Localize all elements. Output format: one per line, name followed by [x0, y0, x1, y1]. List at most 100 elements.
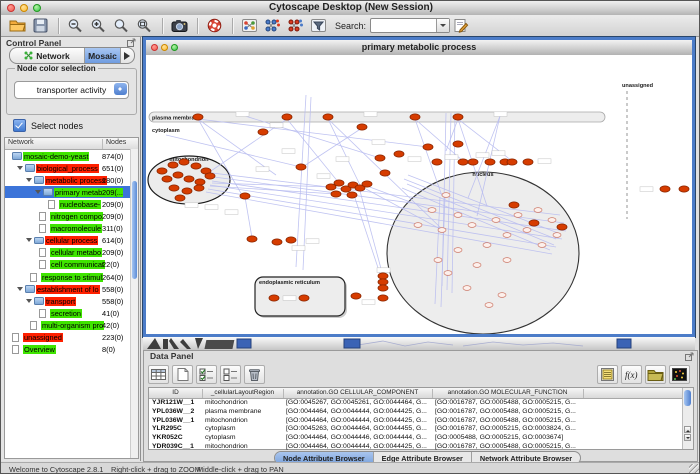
network-node[interactable] — [514, 213, 522, 218]
select-attributes-icon[interactable] — [196, 365, 217, 384]
scroll-up-icon[interactable] — [684, 426, 691, 433]
table-cell[interactable]: YKR052C — [152, 434, 200, 441]
open-session-icon[interactable] — [7, 17, 27, 35]
network-node[interactable] — [296, 164, 306, 170]
tab-overflow-button[interactable] — [121, 48, 134, 63]
table-cell[interactable]: mitochondrion — [205, 399, 281, 406]
table-row[interactable]: YJR121W__1mitochondrion[GO:0045267, GO:0… — [149, 399, 683, 408]
network-node[interactable] — [534, 208, 542, 213]
table-row[interactable]: YPL036W__1mitochondrion[GO:0044464, GO:0… — [149, 416, 683, 425]
tree-row[interactable]: transport558(0) — [5, 295, 138, 307]
tree-expand-icon[interactable] — [17, 287, 23, 294]
network-node[interactable] — [548, 218, 556, 223]
table-cell[interactable]: cytoplasm — [205, 425, 281, 432]
network-node[interactable] — [468, 223, 476, 228]
network-node[interactable] — [523, 228, 531, 233]
network-node[interactable] — [334, 180, 344, 186]
table-cell[interactable]: YPL036W__1 — [152, 417, 200, 424]
tree-col-nodes[interactable]: Nodes — [102, 139, 126, 149]
network-node[interactable] — [240, 193, 250, 199]
network-node[interactable] — [503, 233, 511, 238]
network-node[interactable] — [473, 263, 481, 268]
network-node[interactable] — [492, 218, 500, 223]
tree-row[interactable]: metabolic process280(0) — [5, 174, 138, 186]
network-node[interactable] — [282, 114, 292, 120]
network-node[interactable] — [191, 163, 201, 169]
tree-row[interactable]: macromolecule311(0) — [5, 223, 138, 235]
tree-col-network[interactable]: Network — [8, 139, 34, 146]
network-node[interactable] — [162, 176, 172, 182]
network-node[interactable] — [414, 223, 422, 228]
network-node[interactable] — [444, 271, 452, 276]
network-node[interactable] — [347, 192, 357, 198]
filter-icon[interactable] — [308, 17, 328, 35]
table-cell[interactable]: [GO:0016787, GO:0005488, GO:0005215, G..… — [435, 417, 581, 424]
network-node[interactable] — [378, 295, 388, 301]
table-cell[interactable]: YLR295C — [152, 425, 200, 432]
snapshot-icon[interactable] — [169, 17, 189, 35]
tree-scrollbar[interactable] — [130, 149, 138, 458]
tree-row[interactable]: multi-organism pro42(0) — [5, 319, 138, 331]
tree-row[interactable]: cellular process614(0) — [5, 235, 138, 247]
network-node[interactable] — [175, 195, 185, 201]
network-node[interactable] — [485, 159, 495, 165]
network-node[interactable] — [453, 141, 463, 147]
network-node[interactable] — [299, 295, 309, 301]
network-node[interactable] — [442, 193, 450, 198]
network-node[interactable] — [173, 172, 183, 178]
network-node[interactable] — [378, 273, 388, 279]
tree-expand-icon[interactable] — [35, 190, 41, 197]
network-node[interactable] — [468, 159, 478, 165]
table-scrollbar[interactable] — [682, 388, 693, 449]
tab-network[interactable]: Network — [10, 48, 85, 63]
network-node[interactable] — [394, 151, 404, 157]
tree-scrollbar-thumb[interactable] — [132, 181, 137, 279]
network-canvas[interactable]: plasma membranecytoplasmmitochondrionnuc… — [146, 55, 692, 334]
table-cell[interactable]: [GO:0045263, GO:0044464, GO:0044455, G..… — [286, 425, 430, 432]
unselect-attributes-icon[interactable] — [220, 365, 241, 384]
attribute-editor-icon[interactable] — [597, 365, 618, 384]
table-row[interactable]: YKR052C cytoplasm [GO:0044464, GO:0044446,… — [149, 434, 683, 443]
table-cell[interactable]: plasma membrane — [205, 408, 281, 415]
table-cell[interactable]: [GO:0044464, GO:0044446, GO:0044444, G..… — [286, 434, 430, 441]
tab-mosaic[interactable]: Mosaic — [85, 48, 121, 63]
float-panel-icon[interactable] — [127, 38, 136, 47]
network-node[interactable] — [195, 179, 205, 185]
network-node[interactable] — [509, 202, 519, 208]
table-row[interactable]: YPL036W__2plasma membrane[GO:0044464, GO… — [149, 407, 683, 416]
attribute-matrix-icon[interactable] — [669, 365, 690, 384]
table-cell[interactable]: [GO:0044464, GO:0044444, GO:0044425, G..… — [286, 443, 430, 450]
delete-attribute-icon[interactable] — [244, 365, 265, 384]
network-node[interactable] — [453, 114, 463, 120]
network-node[interactable] — [194, 185, 204, 191]
table-cell[interactable]: cytoplasm — [205, 434, 281, 441]
network-node[interactable] — [272, 239, 282, 245]
table-cell[interactable]: YDR039C__1 — [152, 443, 200, 450]
network-node[interactable] — [362, 181, 372, 187]
column-header[interactable]: annotation.GO CELLULAR_COMPONENT — [283, 389, 433, 398]
tree-row[interactable]: Overview8(0) — [5, 344, 138, 356]
network-node[interactable] — [432, 159, 442, 165]
save-session-icon[interactable] — [30, 17, 50, 35]
network-node[interactable] — [351, 293, 361, 299]
resize-grip[interactable] — [689, 464, 700, 474]
zoom-selected-icon[interactable] — [134, 17, 154, 35]
network-node[interactable] — [286, 237, 296, 243]
tree-row[interactable]: response to stimul264(0) — [5, 271, 138, 283]
network-node[interactable] — [331, 191, 341, 197]
network-node[interactable] — [557, 224, 567, 230]
edit-network-icon[interactable] — [262, 17, 282, 35]
network-node[interactable] — [378, 279, 388, 285]
network-node[interactable] — [428, 208, 436, 213]
tree-row[interactable]: secretion41(0) — [5, 307, 138, 319]
search-dropdown-arrow[interactable] — [436, 19, 449, 32]
network-node[interactable] — [454, 248, 462, 253]
network-node[interactable] — [434, 258, 442, 263]
network-node[interactable] — [529, 220, 539, 226]
network-node[interactable] — [169, 185, 179, 191]
zoom-fit-icon[interactable] — [111, 17, 131, 35]
tree-row[interactable]: nucleobase-209(0) — [5, 198, 138, 210]
table-cell[interactable]: [GO:0045267, GO:0045261, GO:0044464, G..… — [286, 399, 430, 406]
tree-row[interactable]: biological_process651(0) — [5, 162, 138, 174]
search-input[interactable] — [370, 18, 450, 33]
